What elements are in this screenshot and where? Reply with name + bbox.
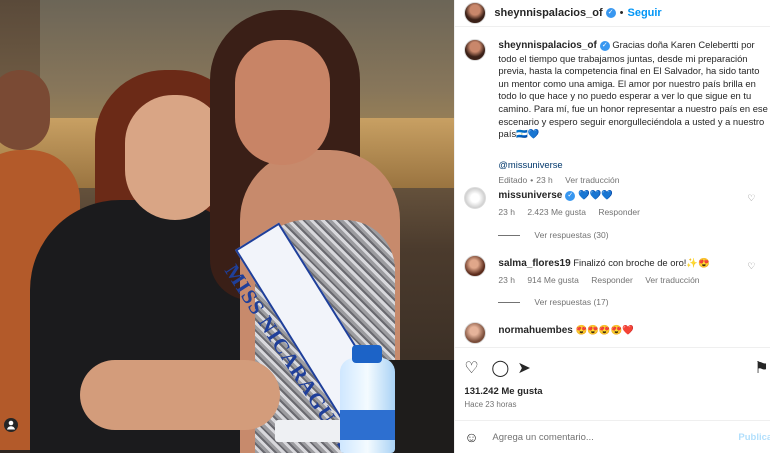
share-icon[interactable]: ➤ bbox=[517, 358, 530, 378]
comment-meta: 23 h 914 Me gusta Responder Ver traducci… bbox=[498, 275, 709, 285]
photo-woman-left-arm bbox=[80, 360, 280, 430]
view-replies-button[interactable]: Ver respuestas (30) bbox=[498, 230, 609, 240]
comment-avatar[interactable] bbox=[464, 187, 487, 209]
comment-icon[interactable]: ◯ bbox=[491, 358, 509, 378]
caption-meta: Editado • 23 h Ver traducción bbox=[498, 175, 629, 185]
photo-bottle-cap bbox=[352, 345, 382, 363]
comment-time: 23 h bbox=[498, 275, 515, 285]
comment-avatar[interactable] bbox=[464, 322, 487, 344]
header-separator: • bbox=[619, 7, 624, 19]
post-photo[interactable]: MISS NICARAGUA 20 bbox=[0, 0, 455, 453]
post-actions: ♡ ◯ ➤ ⚑ 131.242 Me gusta Hace 23 horas ☺… bbox=[455, 347, 770, 458]
action-icons: ♡ ◯ ➤ ⚑ bbox=[464, 358, 768, 378]
caption-username[interactable]: sheynnispalacios_of bbox=[498, 40, 596, 51]
comment-avatar[interactable] bbox=[464, 255, 487, 277]
view-replies-label: Ver respuestas (30) bbox=[534, 230, 609, 240]
comment-username[interactable]: normahuembes bbox=[498, 325, 572, 336]
post-header: sheynnispalacios_of ✓ • Seguir bbox=[455, 0, 770, 27]
comment-meta: 23 h 2.423 Me gusta Responder bbox=[498, 207, 650, 217]
comment-time: 23 h bbox=[498, 207, 515, 217]
comment-likes[interactable]: 914 Me gusta bbox=[527, 275, 579, 285]
save-icon[interactable]: ⚑ bbox=[754, 358, 768, 378]
like-icon[interactable]: ♡ bbox=[464, 358, 478, 378]
comment-translate-link[interactable]: Ver traducción bbox=[645, 275, 699, 285]
follow-button[interactable]: Seguir bbox=[627, 7, 661, 19]
caption-status: Editado bbox=[498, 175, 528, 185]
comment-body: salma_flores19 Finalizó con broche de or… bbox=[498, 257, 758, 269]
photo-woman-right-face bbox=[235, 40, 330, 165]
verified-icon: ✓ bbox=[599, 40, 610, 51]
photo-bottle-label bbox=[340, 410, 395, 440]
post-sidebar: sheynnispalacios_of ✓ • Seguir sheynnisp… bbox=[454, 0, 770, 458]
comment-username[interactable]: missuniverse bbox=[498, 190, 562, 201]
comment-body: normahuembes 😍😍😍😍❤️ bbox=[498, 324, 758, 336]
likes-count[interactable]: 131.242 Me gusta bbox=[464, 386, 542, 397]
caption-text: Gracias doña Karen Celebertti por todo e… bbox=[498, 39, 768, 140]
heart-icon[interactable]: ♡ bbox=[747, 261, 755, 272]
caption-body: sheynnispalacios_of ✓ Gracias doña Karen … bbox=[498, 39, 768, 141]
comment-text: 💙💙💙 bbox=[577, 189, 613, 200]
person-icon[interactable] bbox=[4, 418, 18, 432]
comment-reply-button[interactable]: Responder bbox=[591, 275, 633, 285]
comment-body: missuniverse ✓ 💙💙💙 bbox=[498, 189, 758, 201]
emoji-icon[interactable]: ☺ bbox=[464, 429, 478, 445]
publish-button[interactable]: Publica bbox=[738, 432, 770, 443]
comment-text: Finalizó con broche de oro!✨😍 bbox=[573, 257, 710, 268]
comment-likes[interactable]: 2.423 Me gusta bbox=[527, 207, 586, 217]
caption-avatar[interactable] bbox=[464, 39, 487, 61]
photo-phone bbox=[275, 420, 345, 442]
replies-line bbox=[498, 235, 521, 237]
instagram-post: MISS NICARAGUA 20 sheynnispalacios_of ✓ … bbox=[0, 0, 770, 458]
comment-reply-button[interactable]: Responder bbox=[598, 207, 640, 217]
comment-input[interactable]: Agrega un comentario... bbox=[492, 432, 593, 443]
caption-time: 23 h bbox=[536, 175, 553, 185]
photo-background-person-head bbox=[0, 70, 50, 150]
heart-icon[interactable]: ♡ bbox=[747, 193, 755, 204]
replies-line bbox=[498, 302, 521, 304]
user-tag-icon bbox=[7, 420, 15, 430]
caption-mention-link[interactable]: @missuniverse bbox=[498, 159, 562, 170]
view-replies-label: Ver respuestas (17) bbox=[534, 297, 609, 307]
author-avatar[interactable] bbox=[464, 2, 487, 24]
add-comment-bar: ☺ Agrega un comentario... Publica bbox=[455, 420, 770, 455]
comments-list[interactable]: sheynnispalacios_of ✓ Gracias doña Karen … bbox=[455, 27, 770, 347]
caption-separator: • bbox=[530, 175, 534, 185]
verified-icon: ✓ bbox=[605, 8, 616, 18]
post-time: Hace 23 horas bbox=[464, 400, 517, 409]
comment-username[interactable]: salma_flores19 bbox=[498, 258, 570, 269]
author-username[interactable]: sheynnispalacios_of bbox=[494, 7, 602, 19]
verified-icon: ✓ bbox=[565, 190, 576, 201]
view-replies-button[interactable]: Ver respuestas (17) bbox=[498, 297, 609, 307]
caption-translate-link[interactable]: Ver traducción bbox=[565, 175, 619, 185]
comment-text: 😍😍😍😍❤️ bbox=[575, 324, 634, 335]
